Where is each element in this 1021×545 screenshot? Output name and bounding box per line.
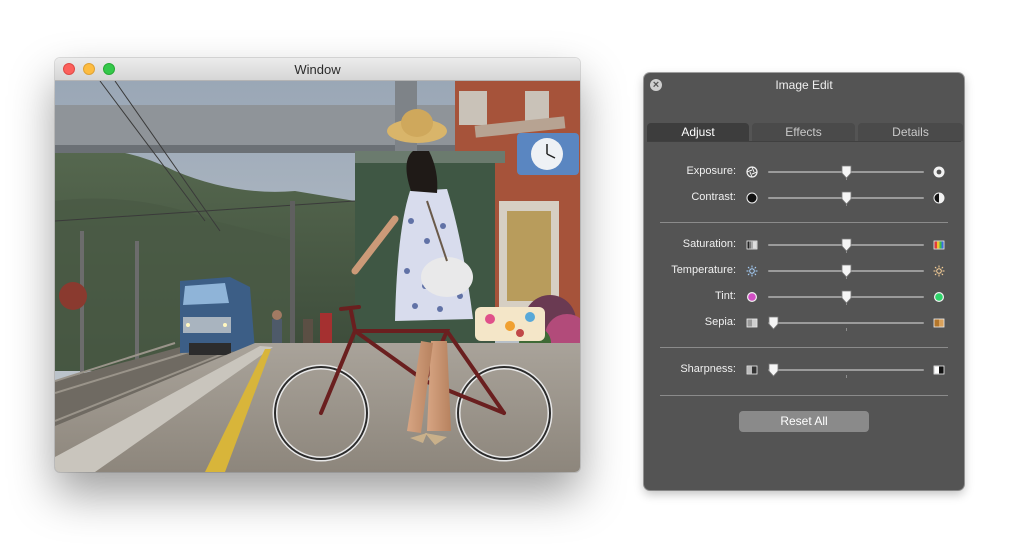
sharpness-slider-track[interactable] <box>768 369 924 371</box>
reset-all-button[interactable]: Reset All <box>739 411 869 432</box>
green-dot-icon <box>934 292 944 302</box>
aperture-dark-icon <box>746 166 758 178</box>
panel-tabs: Adjust Effects Details <box>647 123 963 141</box>
warm-sun-icon <box>933 265 945 277</box>
sepia-swatch-icon <box>933 318 945 328</box>
tab-effects[interactable]: Effects <box>752 123 855 141</box>
exposure-row: Exposure: <box>644 162 964 182</box>
sharpness-row: Sharpness: <box>644 360 964 380</box>
separator-1 <box>660 222 948 223</box>
sepia-center-tick <box>846 328 847 331</box>
exposure-label: Exposure: <box>686 165 736 177</box>
sepia-slider-track[interactable] <box>768 322 924 324</box>
panel-title: Image Edit <box>775 78 833 92</box>
sharp-swatch-icon <box>933 365 945 375</box>
main-window: Window <box>55 58 580 472</box>
saturation-slider-thumb[interactable] <box>841 238 852 252</box>
soft-swatch-icon <box>746 365 758 375</box>
contrast-label: Contrast: <box>691 191 736 203</box>
black-circle-icon <box>746 192 758 204</box>
temperature-row: Temperature: <box>644 261 964 281</box>
separator-2 <box>660 347 948 348</box>
temperature-slider-thumb[interactable] <box>841 264 852 278</box>
gray-swatch-icon <box>746 318 758 328</box>
tab-underline <box>647 141 961 142</box>
tab-details[interactable]: Details <box>858 123 963 141</box>
grayscale-swatch-icon <box>746 240 758 250</box>
aperture-light-icon <box>933 166 945 178</box>
sepia-label: Sepia: <box>704 316 736 328</box>
magenta-dot-icon <box>747 292 757 302</box>
tint-row: Tint: <box>644 287 964 307</box>
exposure-slider-thumb[interactable] <box>841 165 852 179</box>
image-edit-panel: × Image Edit Adjust Effects Details Expo… <box>644 73 964 490</box>
tint-slider-thumb[interactable] <box>841 290 852 304</box>
sharpness-label: Sharpness: <box>680 363 736 375</box>
sepia-row: Sepia: <box>644 313 964 333</box>
saturation-label: Saturation: <box>682 238 736 250</box>
saturation-row: Saturation: <box>644 235 964 255</box>
contrast-row: Contrast: <box>644 188 964 208</box>
sharpness-slider-thumb[interactable] <box>768 363 779 377</box>
window-title: Window <box>294 62 341 77</box>
separator-3 <box>660 395 948 396</box>
temperature-label: Temperature: <box>671 264 736 276</box>
cool-sun-icon <box>746 265 758 277</box>
tab-adjust[interactable]: Adjust <box>647 123 749 141</box>
half-circle-icon <box>933 192 945 204</box>
tint-label: Tint: <box>715 290 736 302</box>
contrast-slider-thumb[interactable] <box>841 191 852 205</box>
sepia-slider-thumb[interactable] <box>768 316 779 330</box>
color-swatch-icon <box>933 240 945 250</box>
window-titlebar[interactable]: Window <box>55 58 580 81</box>
photo-canvas <box>55 81 580 472</box>
sharpness-center-tick <box>846 375 847 378</box>
